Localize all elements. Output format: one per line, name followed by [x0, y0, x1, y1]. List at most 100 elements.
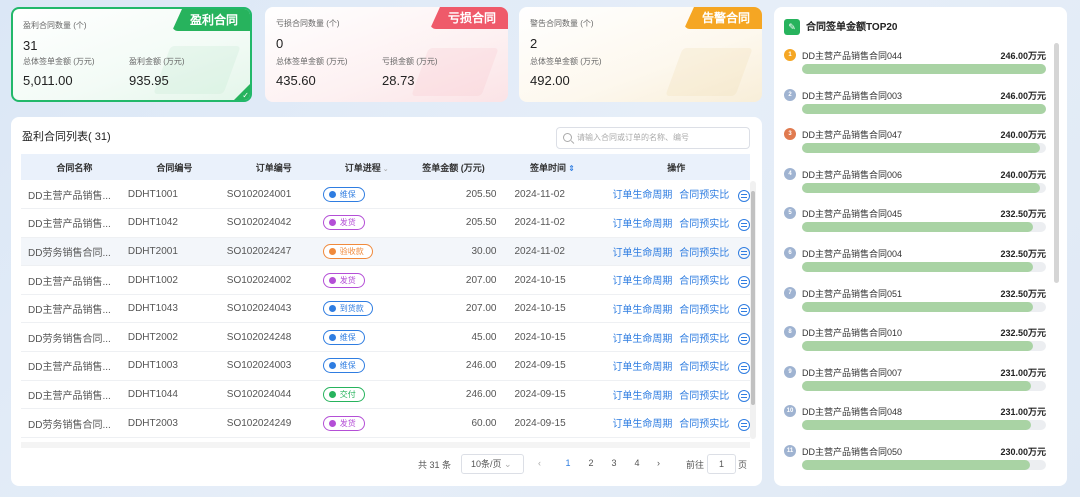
table-row[interactable]: DD劳务销售合同... DDHT2002 SO102024248 维保 45.0…: [21, 322, 750, 353]
profit-contract-card[interactable]: 盈利合同 盈利合同数量 (个) 31 总体签单金额 (万元) 5,011.00 …: [11, 7, 252, 102]
lifecycle-link[interactable]: 订单生命周期: [612, 276, 672, 287]
forecast-link[interactable]: 合同预实比: [679, 248, 729, 259]
rank-badge-icon: 2: [784, 88, 796, 101]
col-order-progress[interactable]: 订单进程 ⌄: [320, 154, 411, 180]
table-row[interactable]: DD主营产品销售... DDHT1042 SO102024042 发货 205.…: [21, 208, 750, 238]
page-1[interactable]: 1: [560, 458, 576, 468]
loss-count-label: 亏损合同数量 (个): [276, 19, 340, 28]
next-page-button[interactable]: ›: [657, 458, 660, 468]
page-size-select[interactable]: 10条/页 ⌄: [461, 454, 524, 474]
rank-badge-icon: 8: [784, 326, 796, 339]
profit-total-value: 5,011.00: [23, 73, 73, 88]
status-badge: 发货: [322, 415, 365, 431]
forecast-link[interactable]: 合同预实比: [679, 391, 729, 402]
details-icon[interactable]: [738, 304, 750, 317]
loss-amount-value: 28.73: [382, 73, 415, 88]
forecast-link[interactable]: 合同预实比: [679, 190, 729, 201]
forecast-link[interactable]: 合同预实比: [679, 334, 729, 345]
lifecycle-link[interactable]: 订单生命周期: [612, 362, 672, 373]
details-icon[interactable]: [738, 390, 750, 403]
page-3[interactable]: 3: [606, 458, 622, 468]
lifecycle-link[interactable]: 订单生命周期: [612, 305, 672, 316]
prev-page-button[interactable]: ‹: [538, 458, 541, 468]
warning-contract-card[interactable]: 告警合同 警告合同数量 (个) 2 总体签单金额 (万元) 492.00: [519, 7, 762, 102]
details-icon[interactable]: [738, 361, 750, 374]
details-icon[interactable]: [738, 332, 750, 345]
lifecycle-link[interactable]: 订单生命周期: [612, 190, 672, 201]
rank-bar-track: [802, 182, 1046, 193]
rank-bar-fill: [802, 262, 1033, 272]
cell-progress: 验收款: [320, 237, 411, 267]
status-badge: 维保: [322, 329, 365, 345]
forecast-link[interactable]: 合同预实比: [679, 362, 729, 373]
table-row[interactable]: DD劳务销售合同... DDHT2003 SO102024249 发货 60.0…: [21, 408, 750, 438]
scrollbar-thumb[interactable]: [751, 191, 755, 405]
page-size-value: 10条/页: [471, 459, 502, 469]
cell-date: 2024-11-02: [502, 180, 603, 210]
rank-contract-name: DD主营产品销售合同007: [802, 367, 903, 378]
rank-bar-fill: [802, 460, 1031, 470]
table-vertical-scrollbar[interactable]: [750, 181, 756, 439]
rank-bar-track: [802, 143, 1046, 154]
cell-amount: 60.00: [410, 408, 503, 438]
forecast-link[interactable]: 合同预实比: [679, 419, 729, 430]
forecast-link[interactable]: 合同预实比: [679, 276, 729, 287]
ranking-item: 9 DD主营产品销售合同007 231.00万元: [784, 365, 1046, 401]
details-icon[interactable]: [738, 189, 750, 202]
rank-amount: 230.00万元: [1000, 447, 1046, 457]
col-date-label: 签单时间: [529, 162, 566, 173]
search-placeholder: 请输入合同或订单的名称、编号: [577, 133, 689, 142]
table-row[interactable]: DD主营产品销售... DDHT1001 SO102024001 维保 205.…: [21, 180, 750, 210]
details-icon[interactable]: [738, 418, 750, 431]
ranking-item: 5 DD主营产品销售合同045 232.50万元: [784, 206, 1046, 242]
details-icon[interactable]: [738, 247, 750, 260]
status-badge: 发货: [322, 215, 365, 231]
cell-date: 2024-10-15: [502, 294, 603, 324]
loss-tag: 亏损合同: [429, 7, 508, 29]
status-label: 到货款: [339, 304, 364, 314]
details-icon[interactable]: [738, 275, 750, 288]
table-horizontal-scrollbar[interactable]: [21, 442, 750, 448]
rank-bar-track: [802, 64, 1046, 74]
profit-tag: 盈利合同: [171, 9, 250, 31]
table-row[interactable]: DD主营产品销售... DDHT1044 SO102024044 交付 246.…: [21, 380, 750, 410]
ranking-item: 2 DD主营产品销售合同003 246.00万元: [784, 88, 1046, 124]
loss-total-label: 总体签单金额 (万元): [276, 57, 348, 66]
lifecycle-link[interactable]: 订单生命周期: [612, 334, 672, 345]
details-icon[interactable]: [738, 218, 750, 231]
table-row[interactable]: DD主营产品销售... DDHT1002 SO102024002 发货 207.…: [21, 265, 750, 295]
table-row[interactable]: DD劳务销售合同... DDHT2001 SO102024247 验收款 30.…: [21, 237, 750, 267]
page-4[interactable]: 4: [629, 458, 645, 468]
filter-icon[interactable]: ⌄: [381, 166, 389, 173]
col-date[interactable]: 签单时间 ⇕: [502, 154, 603, 180]
goto-page-input[interactable]: 1: [707, 454, 736, 474]
rank-bar-track: [802, 103, 1046, 114]
status-badge: 发货: [322, 272, 365, 288]
cell-contract-no: DDHT2001: [120, 237, 221, 267]
loss-contract-card[interactable]: 亏损合同 亏损合同数量 (个) 0 总体签单金额 (万元) 435.60 亏损金…: [265, 7, 508, 102]
rank-bar-fill: [802, 143, 1041, 154]
page-2[interactable]: 2: [583, 458, 599, 468]
lifecycle-link[interactable]: 订单生命周期: [612, 248, 672, 259]
forecast-link[interactable]: 合同预实比: [679, 219, 729, 230]
cell-date: 2024-09-15: [502, 408, 603, 438]
search-input[interactable]: 请输入合同或订单的名称、编号: [556, 127, 750, 149]
lifecycle-link[interactable]: 订单生命周期: [612, 219, 672, 230]
forecast-link[interactable]: 合同预实比: [679, 305, 729, 316]
cell-contract-name: DD主营产品销售...: [21, 180, 121, 210]
lifecycle-link[interactable]: 订单生命周期: [612, 391, 672, 402]
cell-contract-no: DDHT2003: [120, 408, 221, 438]
top20-scrollbar[interactable]: [1054, 43, 1059, 283]
rank-badge-icon: 4: [784, 167, 796, 180]
cell-operations: 订单生命周期 合同预实比: [602, 408, 750, 438]
status-dot-icon: [328, 219, 336, 227]
sort-icon[interactable]: ⇕: [566, 164, 575, 173]
pager-total: 共 31 条: [418, 460, 452, 470]
table-row[interactable]: DD主营产品销售... DDHT1043 SO102024043 到货款 207…: [21, 294, 750, 324]
card-decoration: [665, 48, 753, 96]
rank-amount: 232.50万元: [1000, 328, 1046, 339]
ranking-item: 6 DD主营产品销售合同004 232.50万元: [784, 246, 1046, 282]
rank-contract-name: DD主营产品销售合同010: [802, 328, 903, 339]
table-row[interactable]: DD主营产品销售... DDHT1003 SO102024003 维保 246.…: [21, 351, 750, 381]
lifecycle-link[interactable]: 订单生命周期: [612, 419, 672, 430]
